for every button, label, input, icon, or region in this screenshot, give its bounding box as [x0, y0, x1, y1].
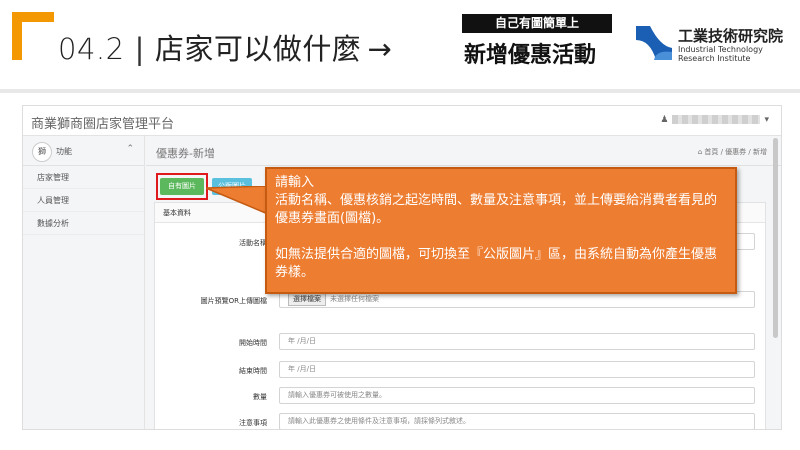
- form-row-quantity: 數量 請輸入優惠券可被使用之數量。: [155, 387, 767, 405]
- user-name-blurred: [672, 115, 761, 124]
- form-row-notes: 注意事項 請輸入此優惠券之使用條件及注意事項，請採條列式敘述。: [155, 413, 767, 429]
- callout-spacer: [275, 228, 727, 246]
- callout-line-1: 請輸入: [275, 175, 315, 190]
- logo-name-en-line2: Research Institute: [678, 54, 751, 63]
- title-arrow: →: [367, 32, 393, 66]
- slide-subtitle: 新增優惠活動: [464, 43, 597, 68]
- own-image-button[interactable]: 自有圖片: [160, 178, 204, 195]
- breadcrumb: ⌂ 首頁 / 優惠券 / 新增: [698, 147, 767, 157]
- section-number: 04.2: [58, 32, 125, 66]
- sidebar-item-store[interactable]: 店家管理: [23, 166, 144, 189]
- breadcrumb-text[interactable]: 首頁 / 優惠券 / 新增: [704, 148, 767, 156]
- sidebar-logo-badge: 獅: [32, 142, 52, 162]
- start-time-input[interactable]: 年 /月/日: [279, 333, 755, 350]
- sidebar-item-analytics[interactable]: 數據分析: [23, 212, 144, 235]
- callout-line-3: 如無法提供合適的圖檔，可切換至『公版圖片』區，由系統自動為你產生優惠券樣。: [275, 247, 718, 280]
- file-status: 未選擇任何檔案: [330, 295, 379, 303]
- form-row-end-time: 結束時間 年 /月/日: [155, 361, 767, 379]
- choose-file-button[interactable]: 選擇檔案: [288, 293, 326, 306]
- title-separator: |: [134, 32, 145, 66]
- notes-input[interactable]: 請輸入此優惠券之使用條件及注意事項，請採條列式敘述。: [279, 413, 755, 429]
- logo-name-zh: 工業技術研究院: [678, 27, 784, 45]
- itri-logo-icon: [636, 26, 672, 60]
- header-rule: [0, 89, 800, 93]
- app-brand[interactable]: 商業獅商圈店家管理平台: [31, 113, 174, 132]
- instruction-callout: 請輸入 活動名稱、優惠核銷之起迄時間、數量及注意事項，並上傳要給消費者看見的優惠…: [265, 167, 737, 294]
- app-topbar: 商業獅商圈店家管理平台 ♟ ▾: [23, 106, 781, 136]
- page-title: 優惠券-新增: [156, 147, 215, 160]
- page-scrollbar[interactable]: [773, 138, 778, 338]
- slide-title: 04.2 | 店家可以做什麼 →: [58, 26, 398, 68]
- sidebar-item-staff[interactable]: 人員管理: [23, 189, 144, 212]
- end-time-input[interactable]: 年 /月/日: [279, 361, 755, 378]
- title-main: 店家可以做什麼: [154, 32, 362, 66]
- title-badge: 自己有圖簡單上: [462, 14, 612, 33]
- content-header: 優惠券-新增 ⌂ 首頁 / 優惠券 / 新增: [146, 136, 781, 166]
- activity-name-label: 活動名稱: [239, 239, 267, 247]
- logo-name-en-line1: Industrial Technology: [678, 45, 763, 54]
- caret-down-icon: ▾: [764, 115, 769, 125]
- start-time-label: 開始時間: [239, 339, 267, 347]
- user-icon: ♟: [660, 115, 669, 125]
- user-menu[interactable]: ♟ ▾: [660, 115, 769, 125]
- callout-line-2: 活動名稱、優惠核銷之起迄時間、數量及注意事項，並上傳要給消費者看見的優惠券畫面(…: [275, 193, 718, 226]
- chevron-up-icon[interactable]: ⌃: [126, 144, 134, 154]
- callout-pointer: [206, 186, 268, 215]
- form-row-start-time: 開始時間 年 /月/日: [155, 333, 767, 351]
- notes-label: 注意事項: [239, 419, 267, 427]
- image-upload-label: 圖片預覽OR上傳圖檔: [200, 297, 267, 305]
- sidebar-header[interactable]: 獅 功能 ⌃: [23, 136, 144, 166]
- quantity-input[interactable]: 請輸入優惠券可被使用之數量。: [279, 387, 755, 404]
- sidebar: 獅 功能 ⌃ 店家管理 人員管理 數據分析: [23, 136, 145, 429]
- sidebar-header-label: 功能: [56, 147, 72, 156]
- home-icon: ⌂: [697, 148, 703, 156]
- logo-name-en: Industrial Technology Research Institute: [678, 45, 763, 63]
- end-time-label: 結束時間: [239, 367, 267, 375]
- quantity-label: 數量: [253, 393, 267, 401]
- slide-header: 04.2 | 店家可以做什麼 → 自己有圖簡單上 新增優惠活動 工業技術研究院 Ind…: [0, 0, 800, 88]
- corner-bracket-decoration: [12, 12, 54, 60]
